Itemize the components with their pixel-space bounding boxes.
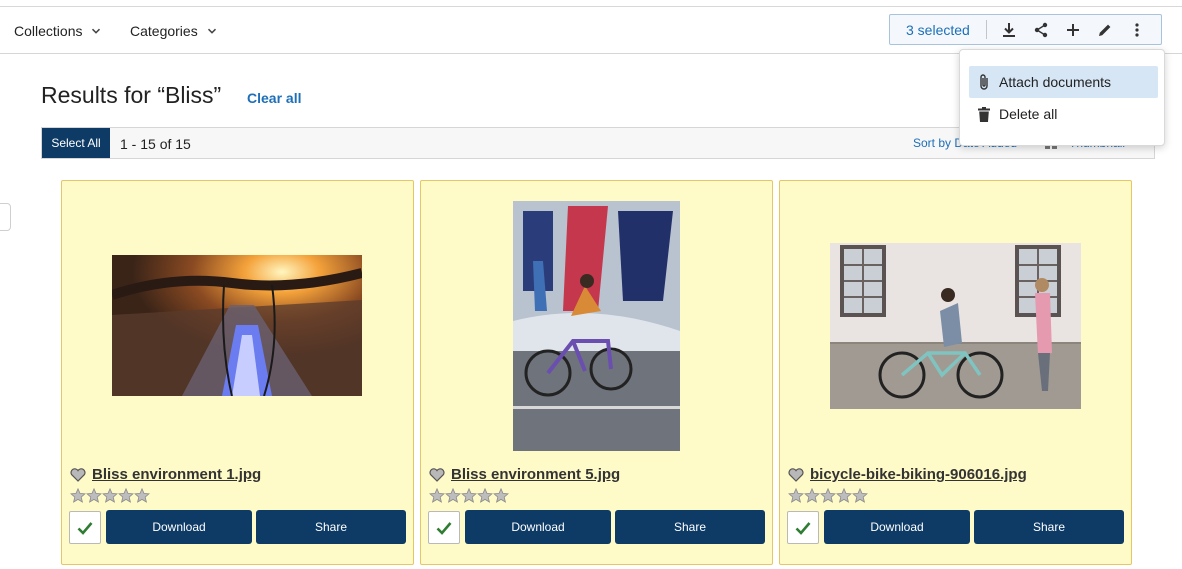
categories-dropdown[interactable]: Categories — [130, 23, 217, 39]
select-checkbox[interactable] — [787, 511, 819, 544]
plus-icon — [1067, 23, 1079, 36]
star-icon[interactable] — [118, 488, 134, 503]
filename-row: Bliss environment 1.jpg — [70, 466, 261, 483]
check-icon — [436, 521, 452, 535]
paperclip-icon — [969, 73, 999, 91]
menu-item-attach-documents[interactable]: Attach documents — [969, 66, 1158, 98]
star-rating — [70, 488, 150, 503]
share-selected-button[interactable] — [1025, 15, 1057, 44]
download-button[interactable]: Download — [465, 510, 611, 544]
star-icon[interactable] — [836, 488, 852, 503]
star-icon[interactable] — [461, 488, 477, 503]
menu-item-label: Delete all — [999, 106, 1058, 122]
add-to-collection-button[interactable] — [1057, 15, 1089, 44]
share-button[interactable]: Share — [256, 510, 406, 544]
download-icon — [1003, 22, 1015, 37]
heart-icon[interactable] — [788, 467, 804, 482]
star-icon[interactable] — [852, 488, 868, 503]
chevron-down-icon — [92, 28, 101, 34]
share-button[interactable]: Share — [615, 510, 765, 544]
trash-icon — [969, 106, 999, 122]
selection-toolbar: 3 selected — [889, 14, 1162, 45]
menu-item-label: Attach documents — [999, 74, 1112, 90]
star-icon[interactable] — [804, 488, 820, 503]
star-icon[interactable] — [429, 488, 445, 503]
star-icon[interactable] — [102, 488, 118, 503]
share-icon — [1034, 22, 1048, 37]
star-icon[interactable] — [134, 488, 150, 503]
toolbar-separator — [986, 20, 987, 39]
star-icon[interactable] — [86, 488, 102, 503]
edit-selected-button[interactable] — [1089, 15, 1121, 44]
select-all-button[interactable]: Select All — [42, 128, 110, 158]
filter-panel-toggle[interactable] — [0, 203, 11, 231]
chevron-down-icon — [207, 28, 216, 34]
asset-card: bicycle-bike-biking-906016.jpg Download … — [779, 180, 1132, 565]
results-range: 1 - 15 of 15 — [120, 136, 191, 152]
asset-thumbnail[interactable] — [830, 243, 1081, 409]
more-actions-button[interactable] — [1121, 15, 1153, 44]
pencil-icon — [1099, 24, 1111, 36]
asset-thumbnail[interactable] — [513, 201, 680, 451]
star-icon[interactable] — [445, 488, 461, 503]
filename-row: bicycle-bike-biking-906016.jpg — [788, 466, 1027, 483]
more-actions-menu: Attach documents Delete all — [959, 49, 1165, 146]
categories-label: Categories — [130, 23, 198, 39]
selected-count[interactable]: 3 selected — [890, 22, 986, 38]
heart-icon[interactable] — [70, 467, 86, 482]
asset-filename[interactable]: bicycle-bike-biking-906016.jpg — [810, 466, 1027, 483]
asset-card: Bliss environment 5.jpg Download Share — [420, 180, 773, 565]
star-icon[interactable] — [788, 488, 804, 503]
asset-filename[interactable]: Bliss environment 5.jpg — [451, 466, 620, 483]
asset-card: Bliss environment 1.jpg Download Share — [61, 180, 414, 565]
star-icon[interactable] — [477, 488, 493, 503]
asset-thumbnail[interactable] — [112, 255, 362, 396]
star-icon[interactable] — [70, 488, 86, 503]
collections-label: Collections — [14, 23, 83, 39]
clear-all-link[interactable]: Clear all — [247, 90, 301, 106]
star-rating — [429, 488, 509, 503]
asset-filename[interactable]: Bliss environment 1.jpg — [92, 466, 261, 483]
menu-item-delete-all[interactable]: Delete all — [969, 98, 1158, 130]
star-rating — [788, 488, 868, 503]
select-checkbox[interactable] — [69, 511, 101, 544]
filename-row: Bliss environment 5.jpg — [429, 466, 620, 483]
collections-dropdown[interactable]: Collections — [14, 23, 101, 39]
star-icon[interactable] — [493, 488, 509, 503]
download-button[interactable]: Download — [824, 510, 970, 544]
star-icon[interactable] — [820, 488, 836, 503]
download-selected-button[interactable] — [993, 15, 1025, 44]
more-vertical-icon — [1135, 22, 1139, 37]
check-icon — [795, 521, 811, 535]
share-button[interactable]: Share — [974, 510, 1124, 544]
select-checkbox[interactable] — [428, 511, 460, 544]
heart-icon[interactable] — [429, 467, 445, 482]
download-button[interactable]: Download — [106, 510, 252, 544]
check-icon — [77, 521, 93, 535]
results-title: Results for “Bliss” — [41, 82, 222, 108]
